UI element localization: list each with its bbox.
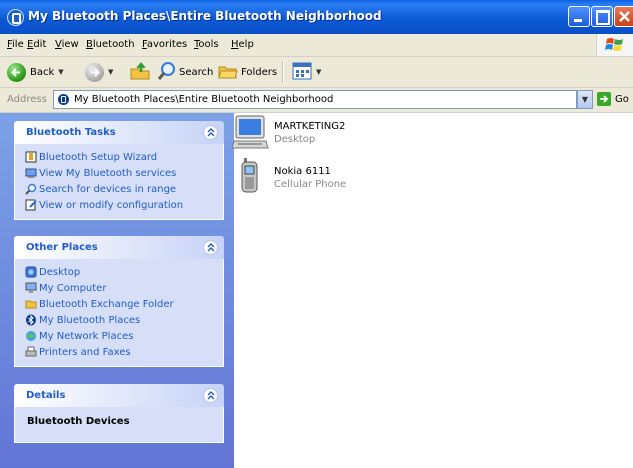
back-label: Back: [30, 66, 55, 78]
folders-label: Folders: [241, 66, 278, 78]
task-setup-wizard[interactable]: Bluetooth Setup Wizard: [15, 149, 223, 165]
windows-logo-icon: [596, 34, 633, 56]
maximize-button[interactable]: [591, 6, 613, 27]
details-title: Details: [26, 390, 66, 401]
menu-tools[interactable]: Tools: [194, 39, 219, 50]
other-places-panel: Other Places Desktop My Computer Bluetoo…: [14, 236, 224, 367]
bluetooth-tasks-title: Bluetooth Tasks: [26, 127, 116, 138]
place-desktop[interactable]: Desktop: [15, 264, 223, 280]
toolbar: Back ▼ ▼ Search Folders ▼: [0, 57, 633, 88]
title-bar[interactable]: My Bluetooth Places\Entire Bluetooth Nei…: [0, 0, 633, 34]
place-network-places[interactable]: My Network Places: [15, 328, 223, 344]
menu-bluetooth[interactable]: Bluetooth: [86, 39, 135, 50]
details-header[interactable]: Details: [14, 384, 224, 407]
menu-help[interactable]: Help: [231, 39, 254, 50]
config-icon: [25, 199, 37, 211]
desktop-computer-icon: [232, 115, 269, 149]
place-label: Printers and Faxes: [39, 346, 131, 358]
desktop-icon: [25, 266, 37, 278]
details-body: Bluetooth Devices: [14, 407, 224, 443]
menu-file[interactable]: File: [7, 39, 24, 50]
place-label: Bluetooth Exchange Folder: [39, 298, 174, 310]
folders-icon: [218, 62, 238, 83]
services-icon: [25, 168, 37, 178]
back-button[interactable]: Back ▼: [7, 60, 64, 84]
collapse-chevron-icon[interactable]: [203, 240, 218, 255]
address-input[interactable]: My Bluetooth Places\Entire Bluetooth Nei…: [53, 90, 577, 109]
menu-bar: File Edit View Bluetooth Favorites Tools…: [0, 34, 633, 57]
collapse-chevron-icon[interactable]: [203, 388, 218, 403]
cellular-phone-icon: [241, 158, 258, 193]
task-label: View or modify configuration: [39, 199, 184, 211]
task-view-configuration[interactable]: View or modify configuration: [15, 197, 223, 213]
printer-icon: [25, 346, 37, 357]
place-label: My Network Places: [39, 330, 134, 342]
search-magnifier-icon: [157, 61, 177, 84]
views-button[interactable]: ▼: [292, 60, 321, 84]
device-item[interactable]: MARTKETING2 Desktop: [232, 115, 382, 155]
place-my-computer[interactable]: My Computer: [15, 280, 223, 296]
bluetooth-tasks-list: Bluetooth Setup Wizard View My Bluetooth…: [14, 144, 224, 220]
minimize-button[interactable]: [568, 6, 590, 27]
place-label: My Computer: [39, 282, 107, 294]
other-places-list: Desktop My Computer Bluetooth Exchange F…: [14, 259, 224, 367]
task-pane: Bluetooth Tasks Bluetooth Setup Wizard V…: [0, 113, 234, 468]
place-label: My Bluetooth Places: [39, 314, 141, 326]
views-dropdown-icon[interactable]: ▼: [316, 68, 321, 76]
menu-favorites[interactable]: Favorites: [142, 39, 187, 50]
forward-button[interactable]: ▼: [85, 60, 113, 84]
device-item[interactable]: Nokia 6111 Cellular Phone: [232, 158, 382, 198]
address-label: Address: [7, 94, 47, 105]
address-dropdown-icon[interactable]: ▼: [577, 90, 593, 109]
up-folder-icon: [129, 61, 151, 84]
task-label: View My Bluetooth services: [39, 167, 177, 179]
go-arrow-icon: [597, 92, 611, 106]
go-label: Go: [615, 93, 629, 105]
bluetooth-places-icon: [58, 94, 69, 105]
back-arrow-icon: [7, 62, 26, 82]
search-label: Search: [179, 66, 214, 78]
search-button[interactable]: Search: [157, 60, 213, 84]
views-grid-icon: [292, 62, 312, 83]
device-type: Desktop: [274, 134, 316, 145]
search-icon: [25, 183, 37, 195]
place-printers-faxes[interactable]: Printers and Faxes: [15, 344, 223, 360]
computer-icon: [25, 282, 37, 293]
window-title: My Bluetooth Places\Entire Bluetooth Nei…: [28, 9, 382, 23]
place-exchange-folder[interactable]: Bluetooth Exchange Folder: [15, 296, 223, 312]
details-panel: Details Bluetooth Devices: [14, 384, 224, 443]
other-places-title: Other Places: [26, 242, 98, 253]
back-dropdown-icon[interactable]: ▼: [58, 68, 63, 76]
device-name: MARTKETING2: [274, 121, 346, 132]
menu-edit[interactable]: Edit: [27, 39, 46, 50]
wizard-icon: [25, 151, 37, 163]
menu-view[interactable]: View: [55, 39, 79, 50]
forward-dropdown-icon[interactable]: ▼: [108, 68, 113, 76]
collapse-chevron-icon[interactable]: [203, 125, 218, 140]
forward-arrow-icon: [85, 62, 104, 82]
folders-button[interactable]: Folders: [218, 60, 277, 84]
address-value: My Bluetooth Places\Entire Bluetooth Nei…: [74, 94, 334, 105]
bluetooth-tasks-header[interactable]: Bluetooth Tasks: [14, 121, 224, 144]
toolbar-separator: [282, 61, 284, 83]
bluetooth-tasks-panel: Bluetooth Tasks Bluetooth Setup Wizard V…: [14, 121, 224, 220]
bluetooth-app-icon: [7, 9, 24, 26]
go-button[interactable]: Go: [597, 92, 629, 106]
folder-icon: [25, 300, 37, 309]
network-icon: [26, 331, 36, 341]
address-bar: Address My Bluetooth Places\Entire Bluet…: [0, 88, 633, 113]
device-name: Nokia 6111: [274, 166, 331, 177]
other-places-header[interactable]: Other Places: [14, 236, 224, 259]
task-label: Bluetooth Setup Wizard: [39, 151, 158, 163]
place-label: Desktop: [39, 266, 81, 278]
task-search-devices[interactable]: Search for devices in range: [15, 181, 223, 197]
close-button[interactable]: [614, 6, 633, 27]
task-view-services[interactable]: View My Bluetooth services: [15, 165, 223, 181]
device-type: Cellular Phone: [274, 179, 347, 190]
place-bluetooth-places[interactable]: My Bluetooth Places: [15, 312, 223, 328]
up-folder-button[interactable]: [129, 60, 151, 84]
task-label: Search for devices in range: [39, 183, 177, 195]
bluetooth-icon: [26, 314, 36, 326]
details-text: Bluetooth Devices: [27, 416, 130, 427]
